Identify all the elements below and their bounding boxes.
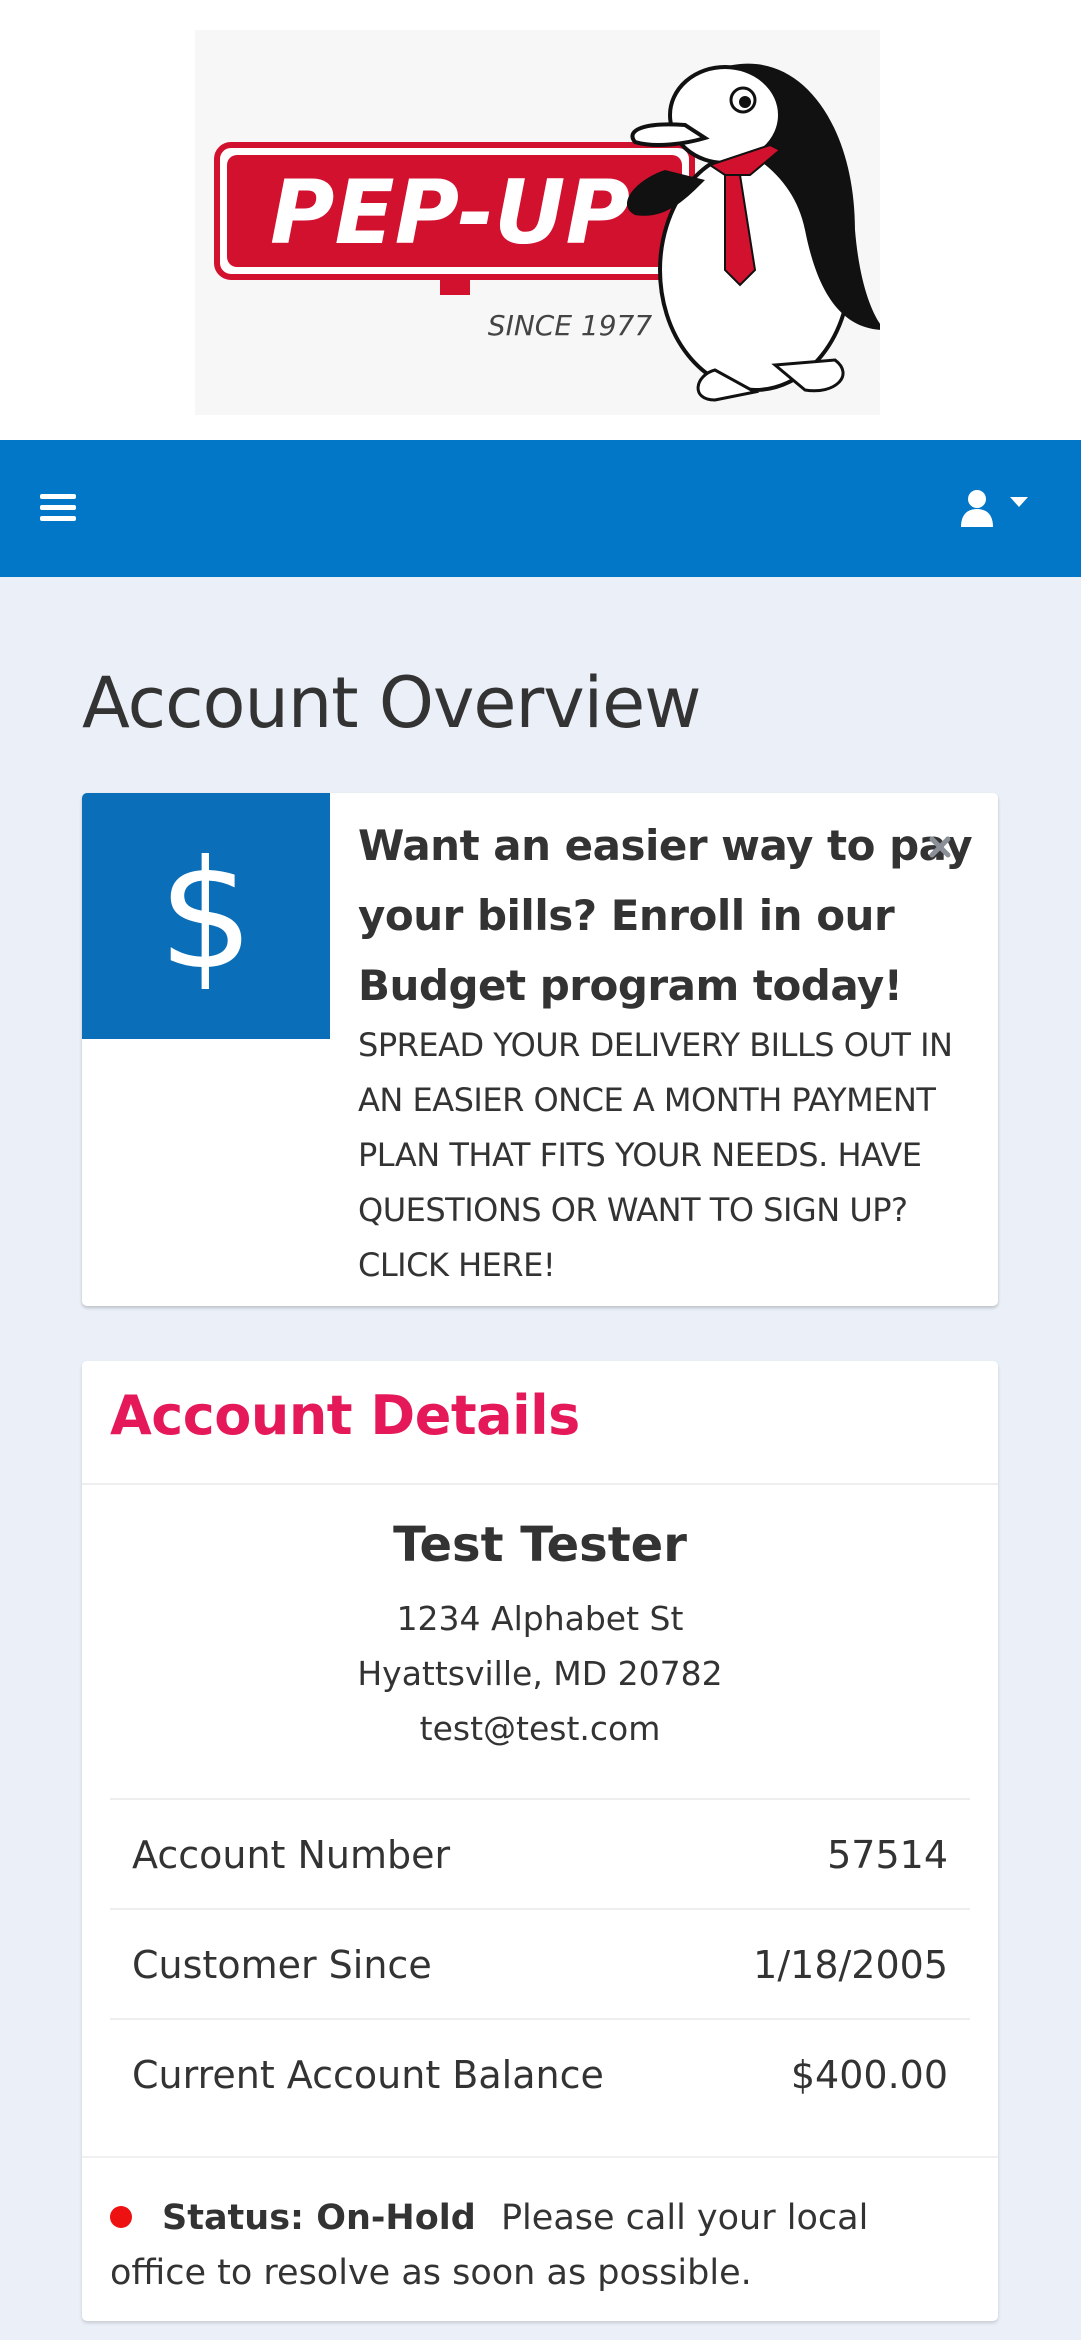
- divider: [82, 1483, 998, 1485]
- account-number-value: 57514: [827, 1833, 948, 1877]
- header-logo-area: PEP-UP SINCE 1977: [0, 0, 1081, 440]
- customer-since-label: Customer Since: [132, 1943, 432, 1987]
- customer-street: 1234 Alphabet St: [396, 1599, 684, 1638]
- account-details-card: Account Details Test Tester 1234 Alphabe…: [82, 1361, 998, 2321]
- promo-heading: Want an easier way to pay your bills? En…: [358, 821, 973, 1010]
- account-balance-value: $400.00: [790, 2053, 948, 2097]
- divider: [82, 2156, 998, 2158]
- logo-since-text: SINCE 1977: [488, 309, 653, 342]
- hamburger-menu-icon[interactable]: [40, 492, 76, 524]
- account-balance-row: Current Account Balance $400.00: [110, 2018, 970, 2128]
- customer-email: test@test.com: [419, 1709, 661, 1748]
- promo-body-link[interactable]: SPREAD YOUR DELIVERY BILLS OUT IN AN EAS…: [358, 1018, 988, 1293]
- account-number-label: Account Number: [132, 1833, 451, 1877]
- customer-since-row: Customer Since 1/18/2005: [110, 1908, 970, 2018]
- status-label: Status: On-Hold: [162, 2198, 476, 2238]
- account-balance-label: Current Account Balance: [132, 2053, 604, 2097]
- account-number-row: Account Number 57514: [110, 1798, 970, 1908]
- caret-down-icon: [1010, 497, 1028, 507]
- pep-up-logo[interactable]: PEP-UP SINCE 1977: [195, 30, 880, 415]
- status-indicator-dot: [110, 2206, 132, 2228]
- account-status: Status: On-Hold Please call your local o…: [110, 2191, 970, 2301]
- user-dropdown-button[interactable]: [955, 485, 1045, 535]
- penguin-logo-graphic: PEP-UP SINCE 1977: [214, 63, 880, 402]
- dollar-icon: $: [82, 793, 330, 1039]
- top-navbar: [0, 440, 1081, 577]
- user-icon: [961, 490, 993, 527]
- page-title: Account Overview: [82, 662, 701, 744]
- close-icon[interactable]: [918, 825, 962, 869]
- account-details-title: Account Details: [110, 1384, 580, 1447]
- customer-since-value: 1/18/2005: [753, 1943, 948, 1987]
- customer-city: Hyattsville, MD 20782: [357, 1654, 723, 1693]
- budget-promo-card[interactable]: $ Want an easier way to pay your bills? …: [82, 793, 998, 1306]
- logo-brand-text: PEP-UP: [270, 161, 630, 264]
- customer-name: Test Tester: [393, 1517, 687, 1573]
